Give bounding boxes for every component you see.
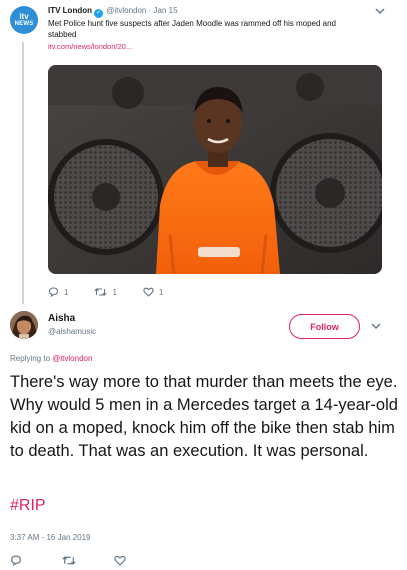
thread-connector-line [22, 42, 24, 304]
replying-to-line: Replying to @itvlondon [10, 354, 92, 363]
tweet-text: There's way more to that murder than mee… [10, 373, 398, 460]
parent-author-handle[interactable]: @itvlondon [106, 6, 146, 15]
verified-icon: ✓ [94, 9, 103, 18]
parent-tweet-link[interactable]: itv.com/news/london/20... [48, 42, 132, 51]
avatar-photo [10, 311, 38, 339]
reply-icon [48, 287, 59, 297]
chevron-down-icon[interactable] [369, 319, 383, 331]
reply-button[interactable] [10, 554, 24, 566]
avatar-text-itv: itv [19, 11, 29, 21]
hashtag-link[interactable]: #RIP [10, 497, 46, 515]
like-icon [114, 555, 126, 566]
retweet-button[interactable] [62, 554, 76, 566]
retweet-icon [62, 555, 76, 565]
replying-to-handle-link[interactable]: @itvlondon [52, 354, 92, 363]
reply-icon [11, 555, 21, 566]
follow-button[interactable]: Follow [289, 314, 360, 339]
tweet-actions [10, 554, 166, 566]
quoted-parent-tweet[interactable]: itv NEWS ITV London ✓ @itvlondon · Jan 15… [0, 0, 407, 304]
chevron-down-icon[interactable] [373, 4, 387, 16]
parent-tweet-header: ITV London ✓ @itvlondon · Jan 15 [48, 5, 178, 18]
aisha-avatar[interactable] [10, 311, 38, 339]
parent-like-action[interactable]: 1 [143, 287, 163, 297]
photo-of-teen-in-orange-hoodie [48, 65, 382, 274]
itv-london-avatar[interactable]: itv NEWS [10, 6, 38, 34]
retweet-icon [94, 288, 108, 296]
parent-retweet-action[interactable]: 1 [94, 287, 117, 297]
parent-tweet-text: Met Police hunt five suspects after Jade… [48, 19, 337, 39]
parent-like-count: 1 [158, 287, 164, 297]
header-separator: · [148, 6, 152, 15]
parent-reply-count: 1 [64, 287, 69, 297]
replying-to-label: Replying to [10, 354, 51, 363]
author-name[interactable]: Aisha [48, 313, 75, 324]
parent-tweet-date[interactable]: Jan 15 [154, 6, 178, 15]
like-button[interactable] [114, 554, 128, 566]
parent-reply-action[interactable]: 1 [48, 287, 68, 297]
parent-retweet-count: 1 [112, 287, 117, 297]
parent-author-name[interactable]: ITV London [48, 6, 92, 15]
like-icon [143, 287, 154, 297]
parent-tweet-photo[interactable] [48, 65, 382, 274]
author-handle[interactable]: @aishamusic [48, 327, 96, 336]
avatar-text-news: NEWS [14, 20, 34, 27]
tweet-timestamp[interactable]: 3:37 AM - 16 Jan 2019 [10, 533, 91, 542]
parent-tweet-actions: 1 1 1 [48, 285, 189, 299]
